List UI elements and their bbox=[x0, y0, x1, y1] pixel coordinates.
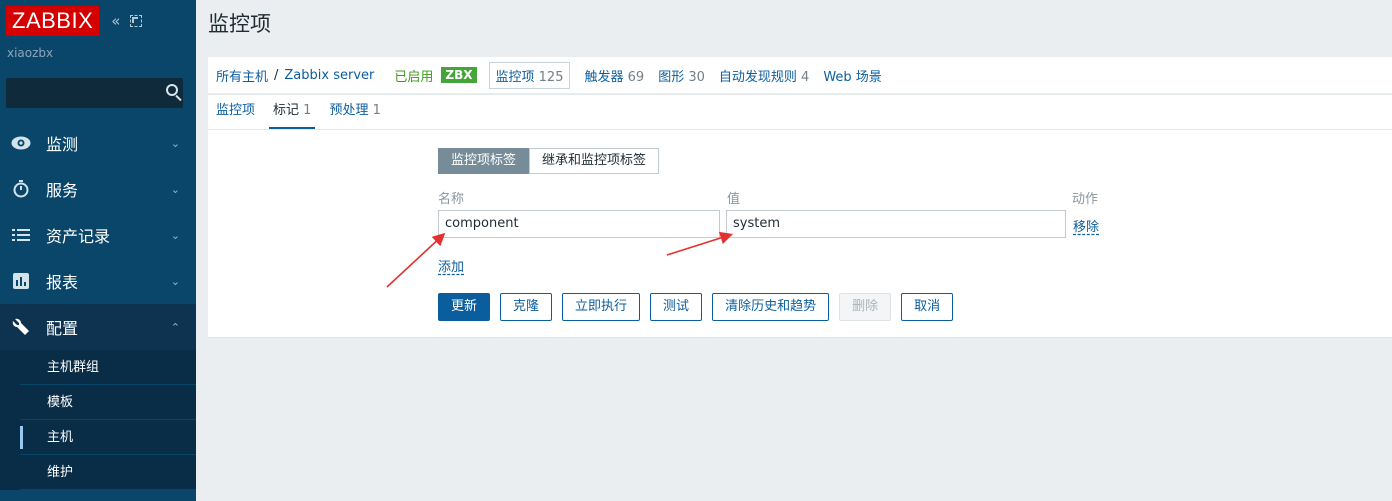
list-icon bbox=[10, 224, 32, 246]
zbx-availability-badge: ZBX bbox=[441, 67, 477, 83]
host-tab-count: 125 bbox=[538, 69, 564, 85]
host-tab-count: 69 bbox=[627, 69, 645, 85]
add-tag-link[interactable]: 添加 bbox=[438, 256, 464, 275]
menu-label: 资产记录 bbox=[46, 227, 111, 246]
menu-item-services[interactable]: 服务 ⌄ bbox=[0, 166, 196, 212]
zabbix-logo[interactable]: ZABBIX bbox=[6, 6, 100, 36]
execute-now-button[interactable]: 立即执行 bbox=[562, 293, 641, 321]
host-status[interactable]: 已启用 bbox=[394, 66, 433, 85]
toggle-item-tags[interactable]: 监控项标签 bbox=[438, 148, 530, 174]
tag-name-input[interactable]: component bbox=[438, 210, 720, 238]
menu-label: 服务 bbox=[46, 181, 79, 200]
host-tab-count: 4 bbox=[801, 69, 810, 85]
breadcrumb: 所有主机 / Zabbix server 已启用 ZBX 监控项 125 触发器… bbox=[208, 57, 1392, 93]
submenu-item-maintenance[interactable]: 维护 bbox=[20, 455, 196, 490]
main-content: 监控项 所有主机 / Zabbix server 已启用 ZBX 监控项 125… bbox=[196, 0, 1392, 501]
menu-label: 监测 bbox=[46, 135, 79, 154]
stopwatch-icon bbox=[10, 178, 32, 200]
update-button[interactable]: 更新 bbox=[438, 293, 491, 321]
host-tab-count: 30 bbox=[688, 69, 705, 85]
chevron-down-icon: ⌄ bbox=[170, 228, 180, 242]
tag-source-toggle: 监控项标签 继承和监控项标签 bbox=[438, 148, 660, 174]
tab-preprocessing[interactable]: 预处理 1 bbox=[329, 95, 380, 129]
submenu-item-host-groups[interactable]: 主机群组 bbox=[20, 350, 196, 385]
tab-count: 1 bbox=[303, 103, 312, 118]
host-tab-triggers[interactable]: 触发器 69 bbox=[584, 66, 644, 85]
collapse-sidebar-icon[interactable]: « bbox=[111, 12, 120, 30]
test-button[interactable]: 测试 bbox=[650, 293, 703, 321]
menu-item-monitoring[interactable]: 监测 ⌄ bbox=[0, 120, 196, 166]
host-tab-label: 图形 bbox=[658, 69, 685, 85]
eye-icon bbox=[10, 132, 32, 154]
chevron-up-icon: ⌃ bbox=[170, 320, 180, 334]
chevron-down-icon: ⌄ bbox=[170, 182, 180, 196]
sidebar: ZABBIX « xiaozbx 监测 ⌄ 服务 ⌄ 资产记录 ⌄ 报表 ⌄ 配… bbox=[0, 0, 196, 501]
delete-button: 删除 bbox=[839, 293, 892, 321]
menu-label: 配置 bbox=[46, 319, 79, 338]
column-name-label: 名称 bbox=[438, 192, 465, 207]
breadcrumb-separator: / bbox=[274, 67, 279, 83]
host-tab-label: 监控项 bbox=[495, 69, 535, 85]
host-tab-graphs[interactable]: 图形 30 bbox=[658, 66, 705, 85]
menu-item-configuration[interactable]: 配置 ⌃ bbox=[0, 304, 196, 350]
configuration-submenu: 主机群组 模板 主机 维护 bbox=[0, 350, 196, 490]
remove-tag-link[interactable]: 移除 bbox=[1073, 216, 1099, 235]
chevron-down-icon: ⌄ bbox=[170, 274, 180, 288]
tab-label: 预处理 bbox=[329, 103, 369, 118]
submenu-item-hosts[interactable]: 主机 bbox=[20, 420, 196, 455]
kiosk-mode-icon[interactable] bbox=[130, 15, 143, 27]
column-value-label: 值 bbox=[727, 192, 741, 207]
form-tabs: 监控项 标记 1 预处理 1 bbox=[208, 94, 1392, 130]
page-title: 监控项 bbox=[208, 12, 271, 36]
tag-value-input[interactable]: system bbox=[726, 210, 1066, 238]
server-name: xiaozbx bbox=[7, 46, 54, 60]
column-action-label: 动作 bbox=[1072, 192, 1099, 207]
host-tab-label: 触发器 bbox=[584, 69, 624, 85]
tags-form: 监控项标签 继承和监控项标签 名称 值 动作 component system … bbox=[208, 130, 1392, 338]
tab-label: 监控项 bbox=[216, 103, 256, 118]
host-tab-items[interactable]: 监控项 125 bbox=[488, 61, 571, 89]
menu-label: 报表 bbox=[46, 273, 79, 292]
toggle-inherited-tags[interactable]: 继承和监控项标签 bbox=[529, 148, 660, 174]
cancel-button[interactable]: 取消 bbox=[901, 293, 954, 321]
menu-item-inventory[interactable]: 资产记录 ⌄ bbox=[0, 212, 196, 258]
logo-row: ZABBIX « bbox=[0, 0, 196, 42]
main-menu: 监测 ⌄ 服务 ⌄ 资产记录 ⌄ 报表 ⌄ 配置 ⌃ 主机群组 模板 主机 维护 bbox=[0, 120, 196, 490]
sidebar-search-input[interactable] bbox=[6, 78, 183, 108]
tab-item[interactable]: 监控项 bbox=[216, 95, 255, 129]
host-tab-discovery-rules[interactable]: 自动发现规则 4 bbox=[719, 66, 809, 85]
submenu-item-templates[interactable]: 模板 bbox=[20, 385, 196, 420]
tab-label: 标记 bbox=[273, 103, 300, 118]
host-tab-web-scenarios[interactable]: Web 场景 bbox=[823, 66, 881, 85]
menu-item-reports[interactable]: 报表 ⌄ bbox=[0, 258, 196, 304]
wrench-icon bbox=[10, 316, 32, 338]
chevron-down-icon: ⌄ bbox=[170, 136, 180, 150]
clone-button[interactable]: 克隆 bbox=[500, 293, 553, 321]
tab-tags[interactable]: 标记 1 bbox=[269, 95, 316, 129]
clear-history-button[interactable]: 清除历史和趋势 bbox=[712, 293, 830, 321]
breadcrumb-all-hosts[interactable]: 所有主机 bbox=[216, 66, 268, 85]
form-buttons: 更新 克隆 立即执行 测试 清除历史和趋势 删除 取消 bbox=[438, 293, 963, 321]
bar-chart-icon bbox=[10, 270, 32, 292]
search-icon[interactable] bbox=[166, 84, 178, 96]
host-tab-label: Web 场景 bbox=[823, 69, 882, 85]
breadcrumb-host[interactable]: Zabbix server bbox=[284, 68, 374, 83]
host-tab-label: 自动发现规则 bbox=[718, 69, 797, 85]
tab-count: 1 bbox=[372, 103, 381, 118]
